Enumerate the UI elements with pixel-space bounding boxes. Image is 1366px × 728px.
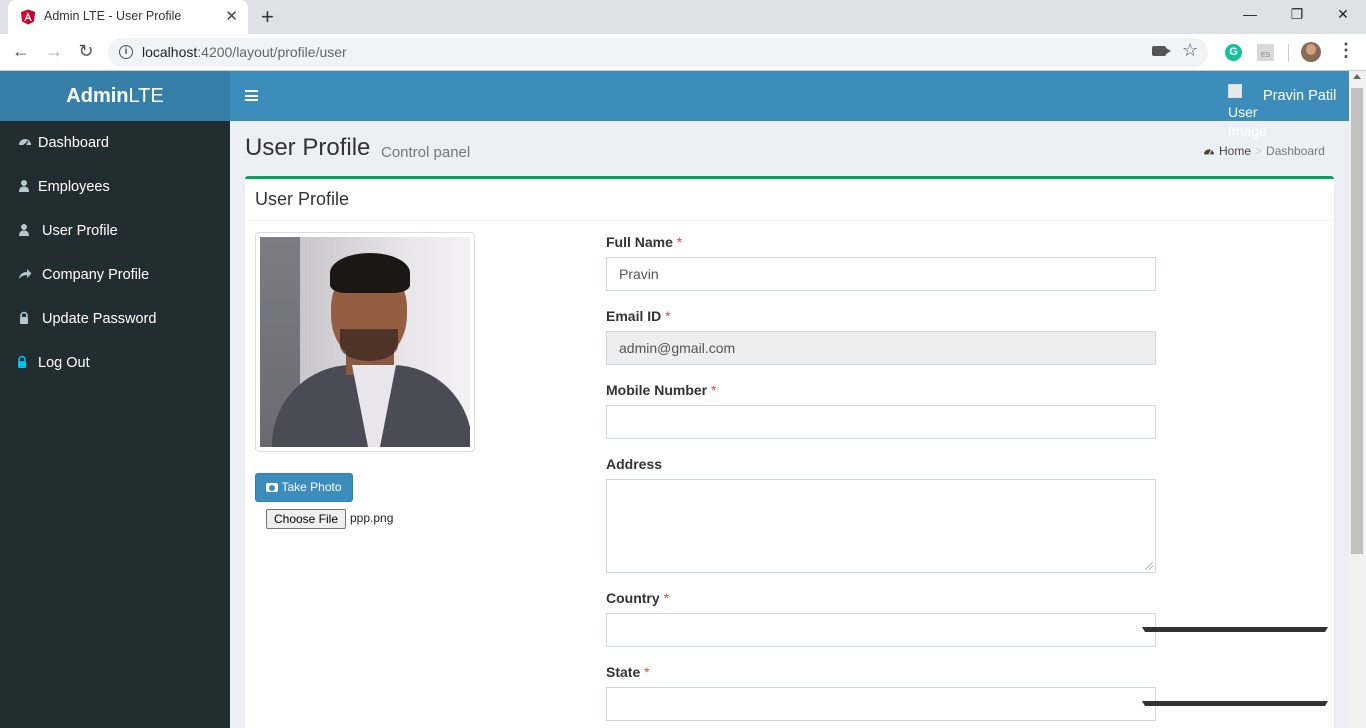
browser-toolbar: ← → ↻ i localhost:4200/layout/profile/us… — [0, 34, 1366, 71]
grammarly-icon[interactable]: G — [1225, 44, 1242, 61]
forward-icon[interactable]: → — [43, 41, 65, 62]
sidebar-item-dashboard[interactable]: Dashboard — [0, 121, 230, 165]
scrollbar-thumb[interactable] — [1351, 88, 1363, 554]
choose-file-button[interactable]: Choose File — [266, 509, 346, 529]
user-image[interactable]: User Image — [1228, 84, 1267, 139]
extension-es-icon[interactable]: ES — [1257, 44, 1274, 61]
breadcrumb-separator: > — [1255, 144, 1263, 158]
user-name[interactable]: Pravin Patil — [1263, 88, 1336, 104]
share-icon — [19, 269, 32, 279]
toolbar-divider — [1288, 44, 1289, 62]
sidebar-item-company-profile[interactable]: Company Profile — [0, 253, 230, 297]
scroll-up-icon[interactable] — [1353, 74, 1361, 79]
lock-icon — [18, 355, 26, 368]
chevron-down-icon — [1142, 701, 1328, 706]
dashboard-icon — [19, 139, 31, 147]
minimize-icon[interactable]: — — [1240, 6, 1260, 22]
browser-profile-avatar[interactable] — [1301, 42, 1321, 62]
sidebar-item-update-password[interactable]: Update Password — [0, 297, 230, 341]
sidebar-item-employees[interactable]: Employees — [0, 165, 230, 209]
country-select[interactable] — [606, 613, 1156, 647]
email-label: Email ID * — [606, 308, 671, 324]
user-icon — [19, 224, 29, 236]
sidebar-item-user-profile[interactable]: User Profile — [0, 209, 230, 253]
selected-file-name: ppp.png — [350, 511, 394, 525]
reload-icon[interactable]: ↻ — [75, 41, 97, 62]
new-tab-button[interactable]: + — [261, 4, 274, 30]
state-select[interactable] — [606, 687, 1156, 721]
page-scrollbar[interactable] — [1349, 71, 1366, 728]
profile-photo — [255, 232, 475, 452]
top-navbar: User Image Pravin Patil — [230, 71, 1349, 139]
close-window-icon[interactable]: ✕ — [1333, 6, 1353, 23]
camera-icon[interactable] — [1152, 46, 1171, 56]
page-subtitle: Control panel — [381, 144, 471, 161]
address-bar[interactable]: i localhost:4200/layout/profile/user ☆ — [108, 38, 1208, 67]
close-tab-icon[interactable]: ✕ — [225, 7, 238, 25]
mobile-number-field[interactable] — [606, 405, 1156, 439]
breadcrumb-home-link[interactable]: Home — [1219, 144, 1251, 158]
browser-tab[interactable]: Admin LTE - User Profile ✕ — [8, 0, 248, 34]
back-icon[interactable]: ← — [10, 41, 32, 62]
angular-icon — [21, 9, 35, 25]
sidebar-toggle-icon[interactable] — [245, 90, 258, 101]
chevron-down-icon — [1142, 627, 1328, 632]
address-label: Address — [606, 456, 663, 472]
browser-tab-bar: Admin LTE - User Profile ✕ + — ❐ ✕ — [0, 0, 1366, 34]
tab-title: Admin LTE - User Profile — [44, 9, 182, 23]
camera-icon — [266, 483, 279, 492]
user-icon — [19, 180, 29, 192]
full-name-field[interactable]: Pravin — [606, 257, 1156, 291]
resize-grip-icon[interactable] — [1145, 562, 1153, 570]
dashboard-icon — [1204, 149, 1214, 155]
browser-menu-icon[interactable]: ⋮ — [1337, 40, 1355, 61]
user-profile-box: User Profile Take Photo Choose File ppp.… — [245, 176, 1334, 728]
url-text: localhost:4200/layout/profile/user — [142, 44, 347, 60]
sidebar: Dashboard Employees User Profile Company… — [0, 121, 230, 728]
info-icon[interactable]: i — [119, 45, 133, 59]
email-field[interactable]: admin@gmail.com — [606, 331, 1156, 365]
breadcrumb: Home > Dashboard — [1203, 144, 1325, 158]
take-photo-button[interactable]: Take Photo — [255, 473, 353, 502]
restore-icon[interactable]: ❐ — [1287, 6, 1307, 23]
page-title: User Profile — [245, 134, 371, 161]
mobile-number-label: Mobile Number * — [606, 382, 717, 398]
bookmark-star-icon[interactable]: ☆ — [1182, 40, 1198, 61]
sidebar-item-log-out[interactable]: Log Out — [0, 341, 230, 385]
state-label: State * — [606, 664, 650, 680]
breadcrumb-current: Dashboard — [1266, 144, 1325, 158]
app-logo[interactable]: AdminLTE — [0, 71, 230, 121]
box-header: User Profile — [245, 179, 1334, 221]
page-viewport: AdminLTE User Image Pravin Patil Dashboa… — [0, 71, 1349, 728]
country-label: Country * — [606, 590, 670, 606]
lock-icon — [20, 311, 28, 324]
full-name-label: Full Name * — [606, 234, 683, 250]
box-title: User Profile — [255, 189, 350, 209]
address-textarea[interactable] — [606, 479, 1156, 573]
